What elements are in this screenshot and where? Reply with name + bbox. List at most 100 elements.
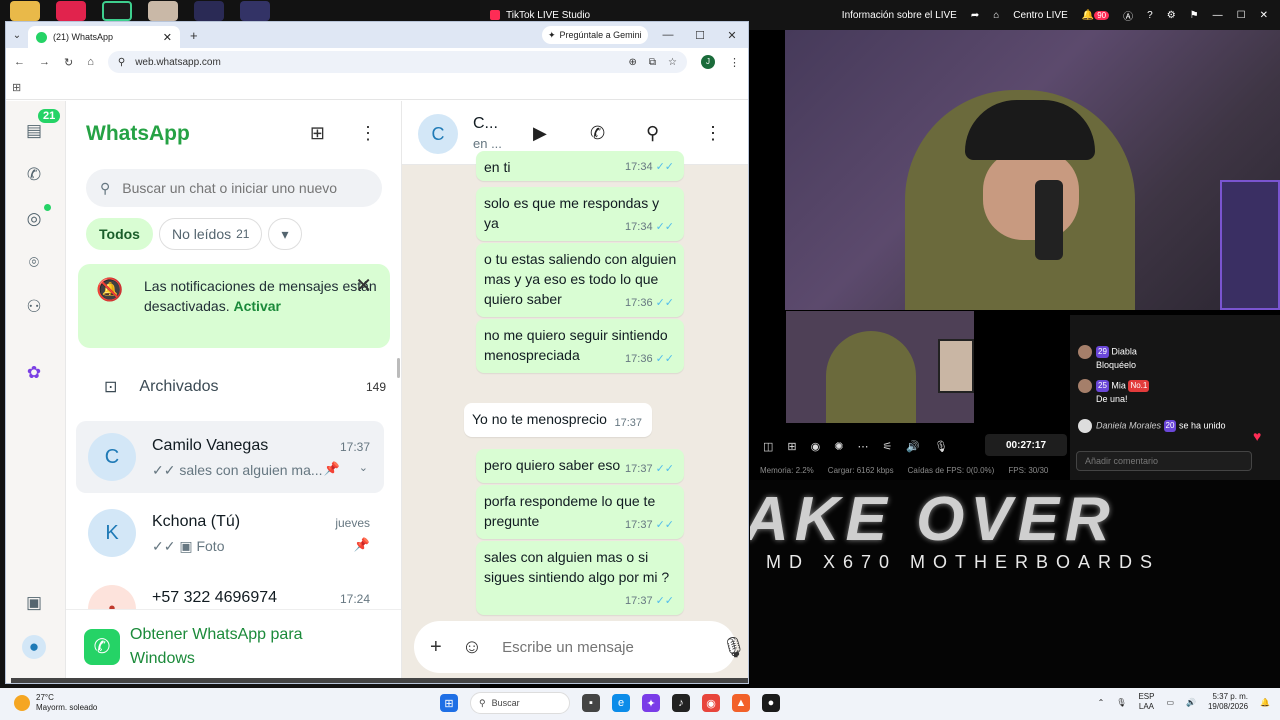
sticker-icon[interactable]: ☺ [462, 636, 482, 659]
live-center-button[interactable]: Centro LIVE [1013, 10, 1067, 21]
share-icon[interactable]: ➦ [971, 10, 979, 21]
tools-icon[interactable]: ⚑ [1190, 10, 1199, 21]
close-icon[interactable]: ✕ [1260, 10, 1268, 21]
comment-input[interactable]: Añadir comentario [1076, 451, 1252, 471]
archived-row[interactable]: ⊡ Archivados 149 [66, 367, 386, 407]
notification-bell-icon[interactable]: 🔔 [1260, 698, 1270, 707]
camera-icon[interactable]: ◫ [763, 440, 773, 453]
install-app-icon[interactable]: ⧉ [649, 57, 656, 68]
close-window-icon[interactable]: ✕ [716, 29, 748, 42]
obs-icon[interactable]: ● [762, 694, 780, 712]
message-bubble[interactable]: solo es que me respondas y ya 17:34 ✓✓ [476, 187, 684, 241]
tiktok-icon[interactable]: ♪ [672, 694, 690, 712]
calls-icon[interactable]: ✆ [22, 163, 46, 187]
filter-unread[interactable]: No leídos 21 [158, 218, 263, 250]
tab-search-icon[interactable]: ⌄ [6, 30, 28, 41]
volume-icon[interactable]: 🔊 [1186, 698, 1196, 707]
chevron-up-icon[interactable]: ⌃ [1098, 698, 1105, 707]
filter-more[interactable]: ▾ [268, 218, 302, 250]
bookmark-star-icon[interactable]: ☆ [668, 57, 677, 68]
tiktok-icon[interactable] [56, 1, 86, 21]
menu-icon[interactable]: ⋮ [704, 123, 722, 144]
effects-icon[interactable]: ✺ [834, 440, 843, 453]
message-bubble[interactable]: en ti 17:34 ✓✓ [476, 151, 684, 181]
close-icon[interactable]: ✕ [355, 276, 372, 296]
maximize-icon[interactable]: ☐ [684, 29, 716, 42]
message-bubble[interactable]: pero quiero saber eso 17:37 ✓✓ [476, 449, 684, 483]
message-bubble[interactable]: no me quiero seguir sintiendo menospreci… [476, 319, 684, 373]
bell-icon[interactable]: 🔔 90 [1082, 10, 1110, 21]
maximize-icon[interactable]: ☐ [1237, 10, 1246, 21]
chrome-icon[interactable]: ◉ [702, 694, 720, 712]
taskbar-search[interactable]: ⚲ Buscar [470, 692, 570, 714]
windows-start-icon[interactable]: ⊞ [440, 694, 458, 712]
meta-ai-icon[interactable]: ✿ [22, 361, 46, 385]
back-icon[interactable]: ← [14, 56, 25, 68]
menu-icon[interactable]: ⋮ [359, 123, 377, 144]
profile-icon[interactable]: ● [22, 635, 46, 659]
video-call-icon[interactable]: ▶ [533, 123, 547, 144]
ai-icon[interactable]: Ⓐ [1123, 8, 1133, 23]
communities-icon[interactable]: ⚇ [22, 295, 46, 319]
search-icon[interactable]: ⚲ [646, 123, 659, 144]
close-tab-icon[interactable]: ✕ [163, 31, 172, 44]
gemini-button[interactable]: ✦ Pregúntale a Gemini [542, 26, 648, 44]
chat-list-scrollbar[interactable] [397, 358, 400, 378]
record-icon[interactable]: ◉ [811, 440, 821, 453]
zoom-icon[interactable]: ⊕ [629, 57, 637, 68]
filter-all[interactable]: Todos [86, 218, 153, 250]
copilot-icon[interactable]: ✦ [642, 694, 660, 712]
apps-grid-icon[interactable]: ⊞ [12, 81, 21, 94]
minimize-icon[interactable]: — [652, 29, 684, 41]
message-bubble-incoming[interactable]: Yo no te menosprecio 17:37 [464, 403, 652, 437]
search-input[interactable] [122, 180, 363, 196]
channels-icon[interactable]: ⌾ [22, 251, 46, 275]
horizontal-scrollbar[interactable] [11, 678, 748, 683]
message-input[interactable] [502, 638, 702, 656]
forward-icon[interactable]: → [39, 56, 50, 68]
media-icon[interactable]: ▣ [22, 591, 46, 615]
edge-icon[interactable]: e [612, 694, 630, 712]
new-tab-icon[interactable]: + [190, 28, 198, 43]
minimize-icon[interactable]: — [1213, 10, 1223, 21]
more-icon[interactable]: ⋯ [857, 440, 868, 453]
microphone-icon[interactable]: 🎙 [721, 635, 746, 660]
site-info-icon[interactable]: ⚲ [118, 57, 125, 68]
settings-icon[interactable]: ⚙ [1167, 10, 1176, 21]
add-source-icon[interactable]: ⊞ [787, 440, 796, 453]
menu-icon[interactable]: ⋮ [729, 56, 740, 69]
profile-avatar[interactable]: J [701, 55, 715, 69]
game-icon[interactable] [194, 1, 224, 21]
game-icon-2[interactable] [240, 1, 270, 21]
task-view-icon[interactable]: ▪ [582, 694, 600, 712]
help-icon[interactable]: ? [1147, 10, 1153, 21]
mic-icon[interactable]: 🎙 [934, 440, 948, 453]
url-field[interactable]: ⚲ web.whatsapp.com ⊕ ⧉ ☆ [107, 51, 687, 73]
status-icon[interactable]: ◎ [22, 207, 46, 231]
language-indicator[interactable]: ESP LAA [1138, 692, 1154, 712]
activate-link[interactable]: Activar [234, 298, 281, 314]
chat-row[interactable]: C Camilo Vanegas 17:37 ✓✓ sales con algu… [76, 421, 384, 493]
clock[interactable]: 5:37 p. m. 19/08/2026 [1208, 692, 1248, 712]
photo-icon[interactable] [148, 1, 178, 21]
speaker-icon[interactable]: 🔊 [906, 440, 920, 453]
new-chat-icon[interactable]: ⊞ [310, 123, 325, 144]
home-icon[interactable]: ⌂ [87, 56, 94, 68]
chevron-down-icon[interactable]: ⌄ [359, 461, 368, 474]
message-bubble[interactable]: o tu estas saliendo con alguien mas y ya… [476, 243, 684, 317]
live-info-button[interactable]: Información sobre el LIVE [842, 10, 957, 21]
brave-icon[interactable]: ▲ [732, 694, 750, 712]
app-icon[interactable] [102, 1, 132, 21]
message-bubble[interactable]: porfa respondeme lo que te pregunte 17:3… [476, 485, 684, 539]
mic-tray-icon[interactable]: 🎙 [1116, 698, 1126, 707]
message-bubble[interactable]: sales con alguien mas o si sigues sintie… [476, 541, 684, 615]
weather-widget[interactable]: 27°C Mayorm. soleado [14, 693, 97, 713]
reload-icon[interactable]: ↻ [64, 56, 73, 69]
attach-plus-icon[interactable]: + [430, 636, 442, 659]
folder-icon[interactable] [10, 1, 40, 21]
voice-call-icon[interactable]: ✆ [590, 123, 605, 144]
tab-whatsapp[interactable]: (21) WhatsApp ✕ [28, 26, 180, 48]
network-icon[interactable]: ▭ [1166, 698, 1174, 707]
chat-row[interactable]: K Kchona (Tú) jueves ✓✓ ▣ Foto 📌 [76, 497, 384, 569]
mixer-icon[interactable]: ⚟ [882, 440, 892, 453]
